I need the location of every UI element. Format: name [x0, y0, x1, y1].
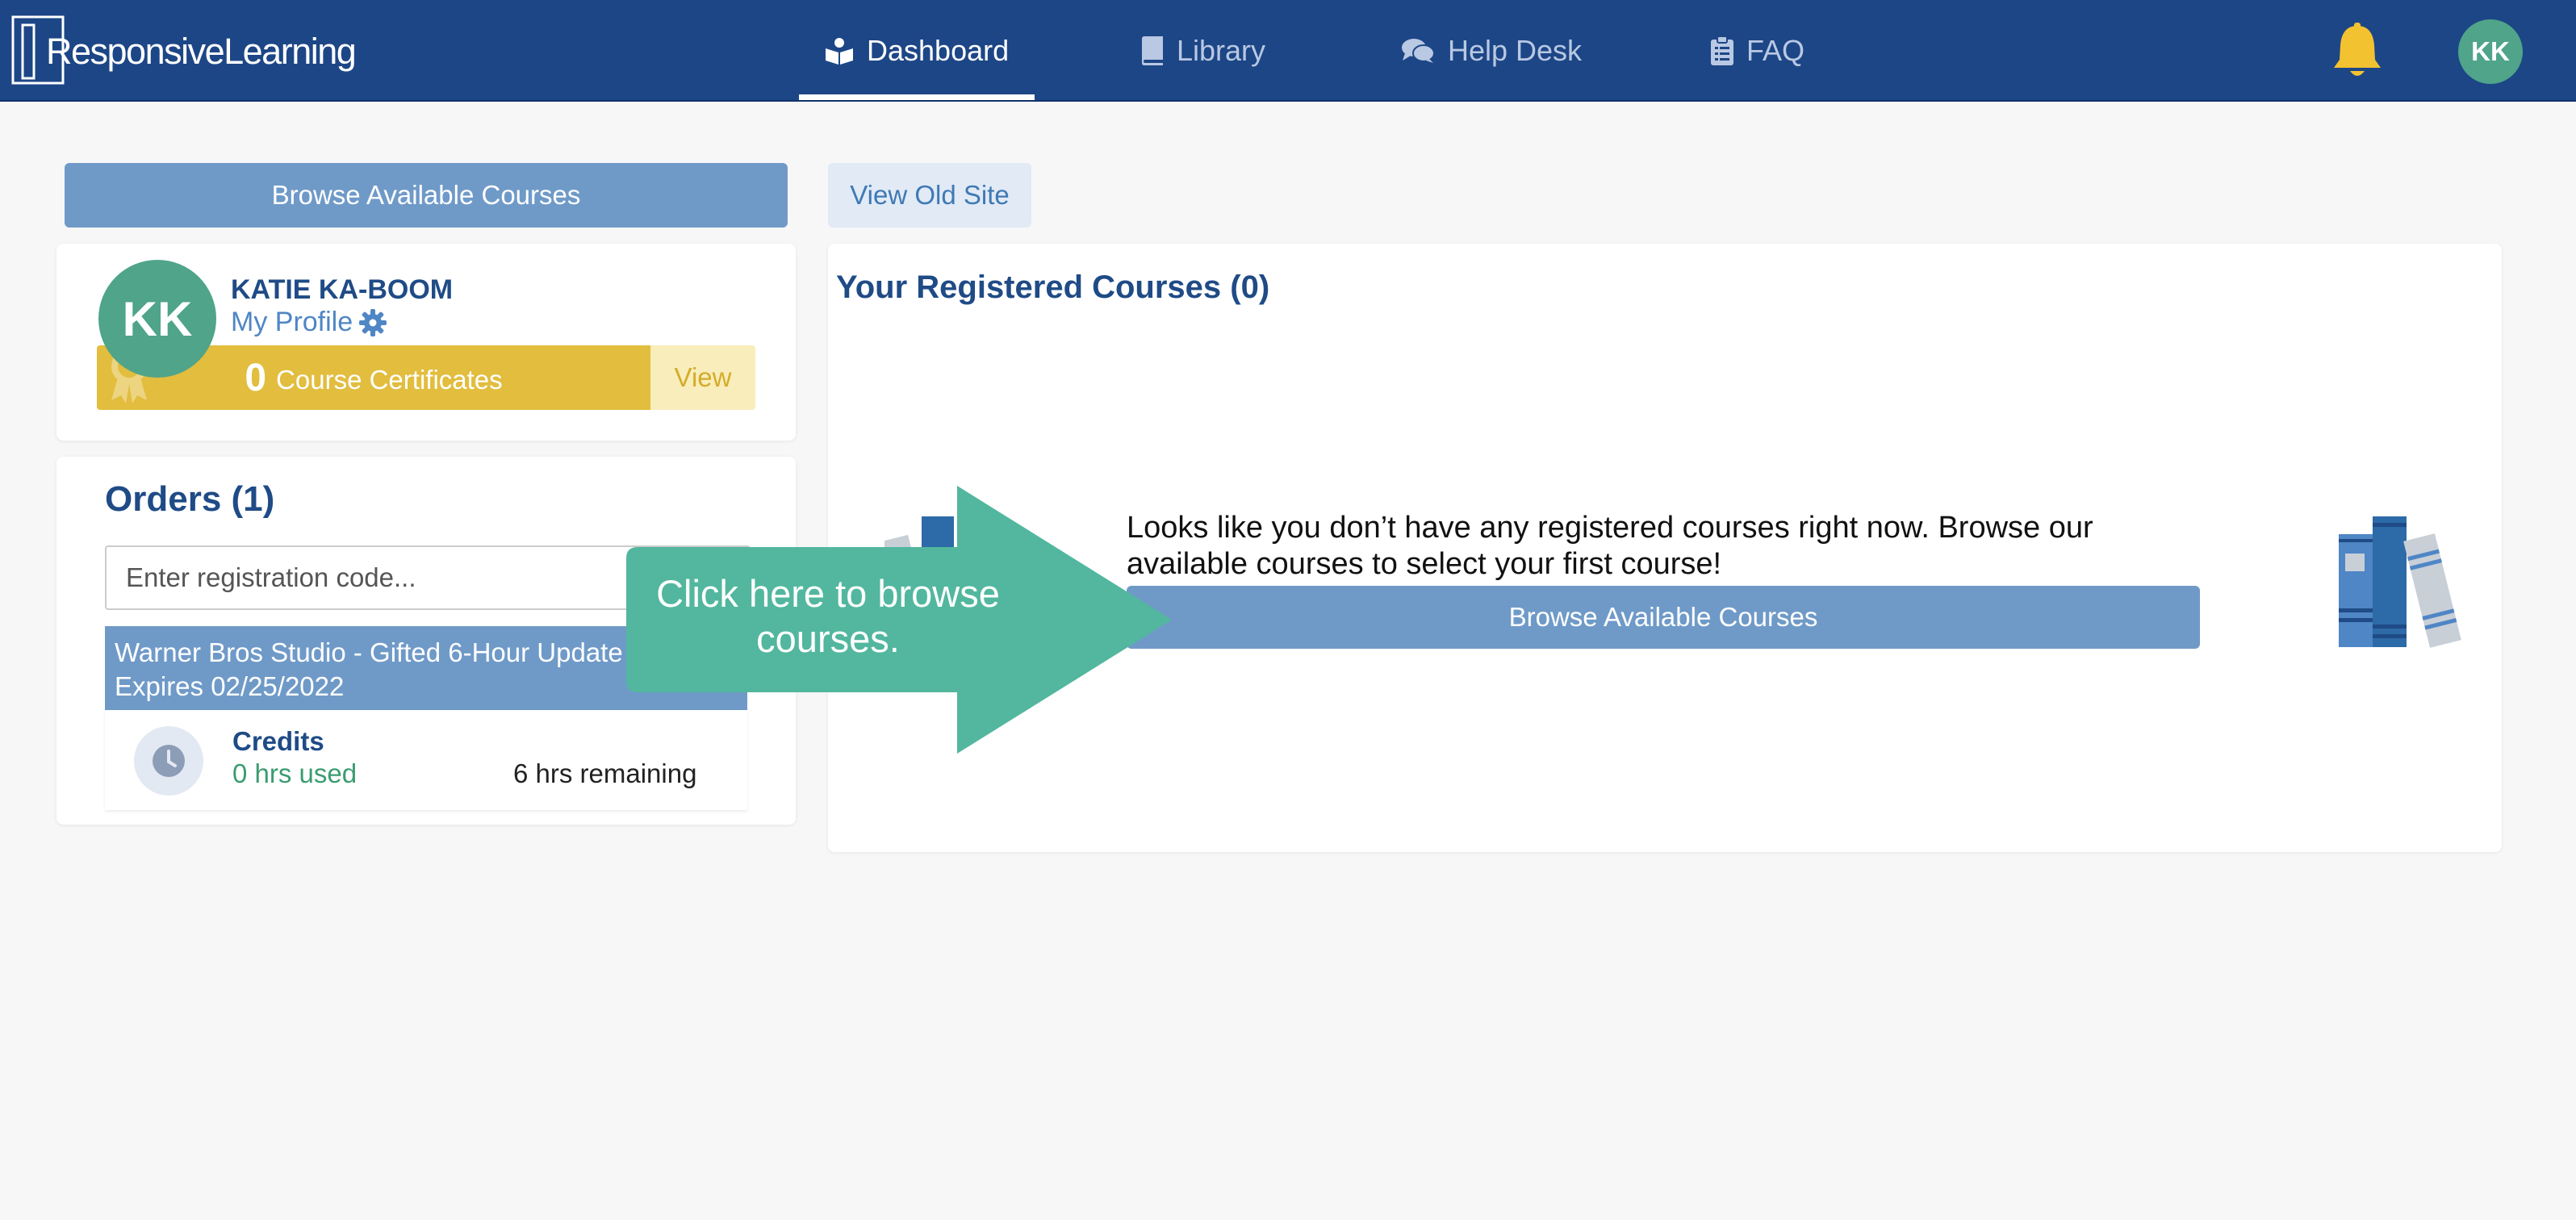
books-illustration-icon — [2339, 516, 2461, 648]
hrs-remaining: 6 hrs remaining — [513, 758, 697, 788]
user-avatar-button[interactable]: KK — [2458, 19, 2523, 84]
empty-courses-message: Looks like you don’t have any registered… — [1127, 511, 2093, 581]
hrs-used: 0 hrs used — [232, 758, 358, 788]
active-tab-indicator — [799, 94, 1035, 100]
nav-tab-faq[interactable]: FAQ — [1711, 0, 1804, 102]
certificates-count: 0 — [245, 356, 267, 399]
nav-tab-library[interactable]: Library — [1140, 0, 1265, 102]
browse-available-courses-main-button[interactable]: Browse Available Courses — [1127, 586, 2200, 649]
nav-tab-dashboard[interactable]: Dashboard — [825, 0, 1009, 102]
profile-avatar: KK — [98, 260, 216, 378]
clock-icon — [153, 745, 185, 777]
book-icon — [1142, 36, 1163, 65]
nav-tab-label: Help Desk — [1448, 34, 1583, 67]
my-profile-label: My Profile — [231, 307, 353, 337]
browse-available-courses-button[interactable]: Browse Available Courses — [65, 163, 788, 228]
certificates-label: Course Certificates — [276, 365, 503, 395]
comments-icon — [1402, 39, 1435, 63]
view-old-site-button[interactable]: View Old Site — [828, 163, 1031, 228]
view-certificates-button[interactable]: View — [650, 345, 755, 410]
bell-icon[interactable] — [2331, 23, 2384, 81]
user-name: KATIE KA-BOOM — [231, 274, 454, 305]
nav-tab-label: Library — [1177, 34, 1266, 67]
nav-tab-help-desk[interactable]: Help Desk — [1401, 0, 1582, 102]
credits-label: Credits — [232, 726, 324, 756]
callout-tooltip-text: Click here to browse courses. — [656, 572, 1000, 660]
orders-title: Orders (1) — [105, 479, 275, 519]
registered-courses-title: Your Registered Courses (0) — [836, 269, 1270, 305]
top-navbar: ResponsiveLearning Dashboard Library Hel… — [0, 0, 2576, 102]
clipboard-icon — [1711, 36, 1733, 65]
nav-tab-label: FAQ — [1746, 34, 1805, 67]
my-profile-link[interactable]: My Profile — [231, 307, 387, 338]
gear-icon — [359, 308, 387, 336]
brand-logo[interactable]: ResponsiveLearning — [11, 15, 357, 85]
book-reader-icon — [826, 38, 853, 65]
clock-badge — [134, 726, 203, 796]
brand-name: ResponsiveLearning — [46, 31, 357, 72]
nav-tab-label: Dashboard — [867, 34, 1010, 67]
